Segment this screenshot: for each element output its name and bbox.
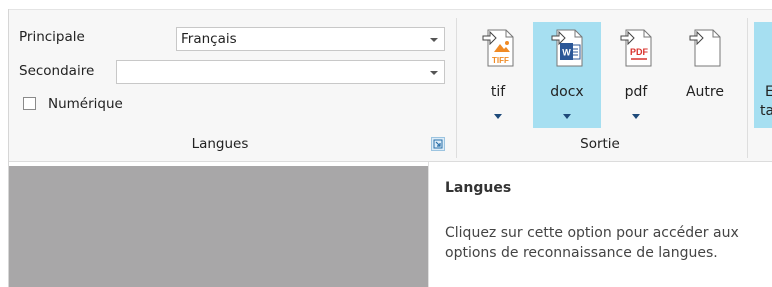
format-button-tif[interactable]: TIFF tif bbox=[464, 22, 532, 128]
dropdown-arrow-icon bbox=[494, 114, 502, 119]
dropdown-arrow-icon bbox=[632, 114, 640, 119]
principale-value: Français bbox=[181, 31, 237, 47]
format-button-pdf[interactable]: PDF pdf bbox=[602, 22, 670, 128]
tooltip-body: Cliquez sur cette option pour accéder au… bbox=[445, 225, 739, 261]
format-button-docx[interactable]: W docx bbox=[533, 22, 601, 128]
next-button-label-line2: ta bbox=[760, 103, 772, 119]
group-separator bbox=[456, 18, 457, 158]
svg-text:PDF: PDF bbox=[630, 47, 649, 57]
svg-text:W: W bbox=[562, 48, 571, 58]
group-separator bbox=[747, 18, 748, 158]
next-group-button[interactable]: E ta bbox=[754, 22, 772, 128]
chevron-down-icon bbox=[430, 38, 438, 42]
secondaire-combo[interactable] bbox=[116, 60, 445, 84]
tiff-file-icon: TIFF bbox=[482, 29, 514, 67]
chevron-down-icon bbox=[430, 71, 438, 75]
format-label-pdf: pdf bbox=[624, 84, 648, 100]
format-label-tif: tif bbox=[490, 84, 506, 100]
principale-label: Principale bbox=[19, 29, 85, 45]
langues-dialog-launcher[interactable] bbox=[431, 137, 445, 151]
langues-group-label: Langues bbox=[191, 136, 249, 152]
sortie-group-label: Sortie bbox=[580, 136, 620, 152]
word-file-icon: W bbox=[551, 29, 583, 67]
numerique-checkbox[interactable] bbox=[23, 97, 36, 110]
dropdown-arrow-icon bbox=[563, 114, 571, 119]
langues-tooltip: Langues Cliquez sur cette option pour ac… bbox=[428, 162, 772, 287]
format-label-docx: docx bbox=[550, 84, 584, 100]
dialog-launcher-icon bbox=[433, 139, 443, 149]
svg-text:TIFF: TIFF bbox=[492, 56, 509, 65]
format-label-autre: Autre bbox=[685, 84, 724, 100]
secondaire-label: Secondaire bbox=[19, 63, 95, 79]
numerique-label[interactable]: Numérique bbox=[48, 96, 123, 112]
format-button-autre[interactable]: Autre bbox=[671, 22, 739, 128]
principale-combo[interactable]: Français bbox=[176, 27, 445, 51]
document-workspace bbox=[9, 166, 428, 287]
pdf-file-icon: PDF bbox=[620, 29, 652, 67]
tooltip-title: Langues bbox=[445, 180, 512, 196]
next-button-label-line1: E bbox=[765, 84, 772, 100]
generic-file-icon bbox=[689, 29, 721, 67]
